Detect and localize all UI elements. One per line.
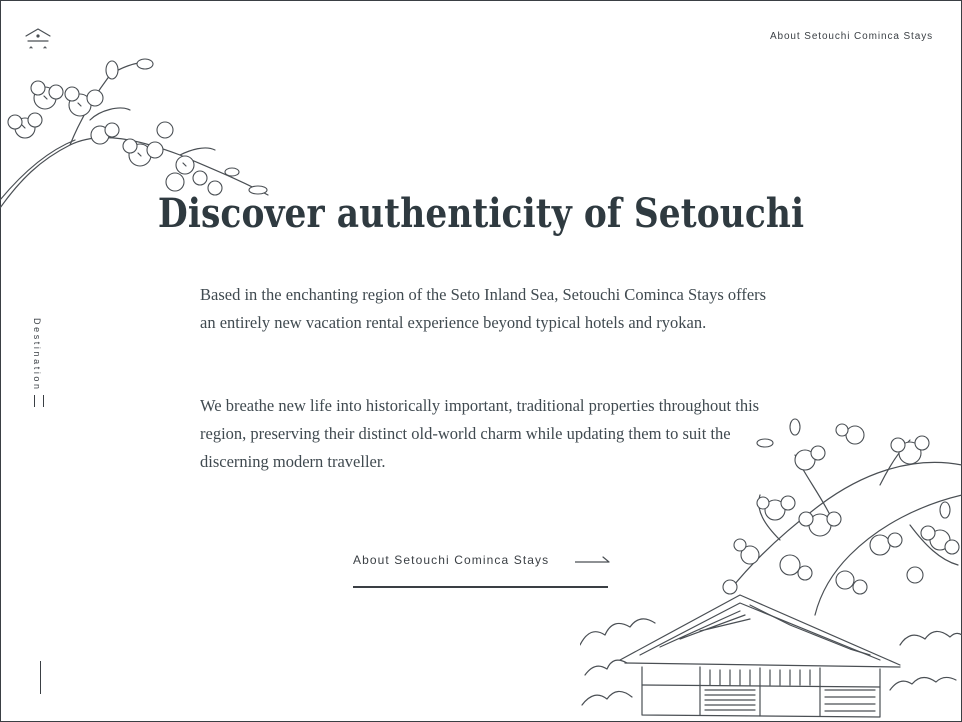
- about-cta-link[interactable]: About Setouchi Cominca Stays: [353, 553, 549, 567]
- cta-underline: [353, 586, 608, 588]
- destination-nav-label[interactable]: Destination: [32, 318, 42, 392]
- traditional-house-illustration: [580, 418, 962, 718]
- page-title: Discover authenticity of Setouchi: [157, 190, 805, 237]
- nav-marker: [34, 395, 44, 407]
- page-number: [40, 661, 41, 694]
- about-nav-link[interactable]: About Setouchi Cominca Stays: [770, 31, 933, 42]
- intro-paragraph: Based in the enchanting region of the Se…: [200, 285, 767, 332]
